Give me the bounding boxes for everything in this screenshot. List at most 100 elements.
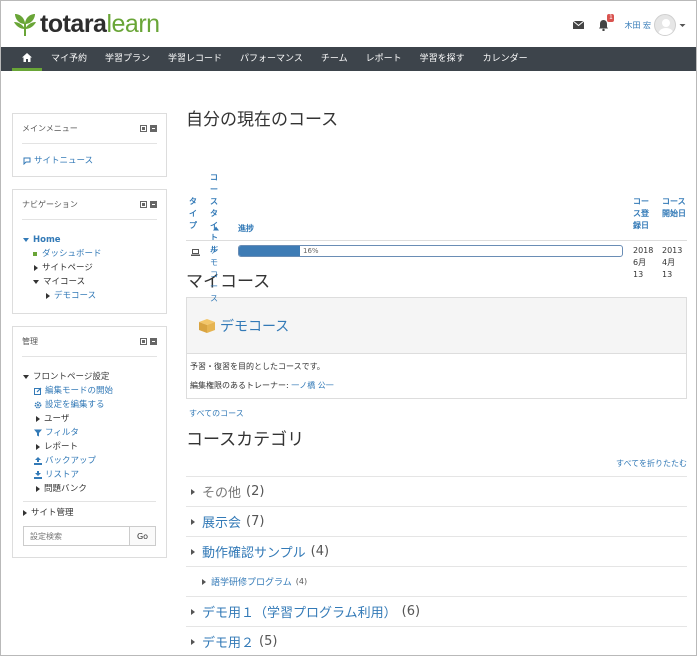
current-courses-heading: 自分の現在のコース bbox=[186, 110, 339, 130]
collapse-all-link[interactable]: すべてを折りたたむ bbox=[616, 459, 687, 468]
expanded-caret-icon bbox=[23, 238, 29, 242]
collapsed-caret-icon bbox=[191, 518, 195, 525]
progress-bar: 16% bbox=[238, 245, 623, 257]
course-card: デモコース 予習・復習を目的としたコースです。 編集権限のあるトレーナー: 一ノ… bbox=[186, 297, 687, 399]
subcategory-item[interactable]: 語学研修プログラム (4) bbox=[186, 566, 687, 596]
collapse-block-icon[interactable] bbox=[150, 201, 157, 208]
nav-calendar[interactable]: カレンダー bbox=[474, 47, 537, 71]
dock-block-icon[interactable] bbox=[140, 201, 147, 208]
expanded-caret-icon bbox=[33, 280, 39, 284]
my-courses-heading: マイコース bbox=[186, 272, 271, 292]
nav-find-learning[interactable]: 学習を探す bbox=[411, 47, 474, 71]
users-node[interactable]: ユーザ bbox=[23, 412, 156, 426]
collapsed-caret-icon bbox=[191, 608, 195, 615]
block-title: メインメニュー bbox=[22, 124, 78, 133]
chevron-down-icon[interactable] bbox=[679, 22, 686, 29]
progress-bar-fill bbox=[239, 246, 301, 256]
mail-icon[interactable] bbox=[573, 21, 585, 29]
column-header-progress[interactable]: 進捗 bbox=[238, 223, 254, 235]
avatar[interactable] bbox=[654, 14, 676, 36]
nav-tree-demo-course[interactable]: デモコース bbox=[23, 289, 156, 303]
dock-block-icon[interactable] bbox=[140, 125, 147, 132]
course-categories-heading: コースカテゴリ bbox=[186, 430, 305, 450]
collapsed-caret-icon bbox=[46, 293, 50, 299]
restore-link[interactable]: リストア bbox=[23, 468, 156, 482]
main-content: 自分の現在のコース タイプ コースタイトル 進捗 コース登録日 コース開始日 デ… bbox=[186, 109, 687, 655]
laptop-icon bbox=[191, 249, 200, 256]
nav-home[interactable] bbox=[12, 47, 42, 71]
reports-node[interactable]: レポート bbox=[23, 440, 156, 454]
site-header: totaralearn 1 木田 宏 bbox=[1, 1, 696, 46]
category-item[interactable]: 動作確認サンプル (4) bbox=[186, 536, 687, 566]
user-name[interactable]: 木田 宏 bbox=[624, 20, 651, 31]
sort-ascending-icon[interactable] bbox=[213, 226, 219, 231]
nav-record-of-learning[interactable]: 学習レコード bbox=[159, 47, 231, 71]
category-item[interactable]: 展示会 (7) bbox=[186, 506, 687, 536]
category-item[interactable]: その他 (2) bbox=[186, 476, 687, 506]
column-header-enrolled-date[interactable]: コース登録日 bbox=[633, 196, 653, 232]
enrolled-date: 2018 6月 13 bbox=[633, 246, 654, 279]
collapsed-caret-icon bbox=[191, 488, 195, 495]
nav-tree-dashboard[interactable]: ダッシュボード bbox=[23, 247, 156, 261]
front-page-settings-node[interactable]: フロントページ設定 bbox=[23, 370, 156, 384]
settings-search-button[interactable]: Go bbox=[130, 526, 156, 546]
divider bbox=[23, 501, 156, 502]
collapsed-caret-icon bbox=[191, 638, 195, 645]
collapsed-caret-icon bbox=[23, 510, 27, 516]
chat-icon bbox=[23, 157, 31, 165]
all-courses-link[interactable]: すべてのコース bbox=[189, 409, 244, 418]
nav-tree-site-pages[interactable]: サイトページ bbox=[23, 261, 156, 275]
user-silhouette-icon bbox=[658, 19, 674, 35]
course-card-title-link[interactable]: デモコース bbox=[220, 316, 289, 336]
column-header-course-title[interactable]: コースタイトル bbox=[210, 172, 220, 256]
category-list: その他 (2) 展示会 (7) 動作確認サンプル (4) 語学研修プログラム (… bbox=[186, 476, 687, 655]
collapsed-caret-icon bbox=[36, 444, 40, 450]
course-title-link[interactable]: デモコース bbox=[210, 245, 222, 305]
table-header-divider bbox=[186, 240, 687, 241]
current-courses-table: タイプ コースタイトル 進捗 コース登録日 コース開始日 デモコース 16% 2… bbox=[186, 139, 687, 303]
collapsed-caret-icon bbox=[36, 416, 40, 422]
site-administration-node[interactable]: サイト管理 bbox=[23, 506, 156, 520]
nav-my-bookings[interactable]: マイ予約 bbox=[42, 47, 96, 71]
course-summary: 予習・復習を目的としたコースです。 bbox=[190, 362, 325, 371]
nav-tree-my-courses[interactable]: マイコース bbox=[23, 275, 156, 289]
settings-search-input[interactable] bbox=[23, 526, 130, 546]
notification-badge: 1 bbox=[607, 14, 615, 22]
collapsed-caret-icon bbox=[202, 578, 206, 585]
course-box-icon bbox=[199, 318, 215, 333]
nav-reports[interactable]: レポート bbox=[357, 47, 411, 71]
upload-icon bbox=[34, 457, 42, 465]
category-item[interactable]: デモ用２ (5) bbox=[186, 626, 687, 655]
totara-logo[interactable]: totaralearn bbox=[11, 10, 160, 38]
category-item[interactable]: デモ用１（学習プログラム利用） (6) bbox=[186, 596, 687, 626]
backup-link[interactable]: バックアップ bbox=[23, 454, 156, 468]
dock-block-icon[interactable] bbox=[140, 338, 147, 345]
filter-icon bbox=[34, 429, 42, 437]
pencil-icon bbox=[34, 387, 42, 395]
nav-team[interactable]: チーム bbox=[312, 47, 357, 71]
nav-performance[interactable]: パフォーマンス bbox=[231, 47, 312, 71]
turn-editing-on-link[interactable]: 編集モードの開始 bbox=[23, 384, 156, 398]
notifications-button[interactable]: 1 bbox=[598, 14, 615, 32]
gear-icon bbox=[34, 401, 42, 409]
administration-block: 管理 フロントページ設定 編集モードの開始 設定を編集する ユーザ フィルタ レ… bbox=[12, 326, 167, 558]
column-header-start-date[interactable]: コース開始日 bbox=[662, 196, 686, 220]
column-header-type[interactable]: タイプ bbox=[189, 196, 199, 232]
teacher-link[interactable]: 一ノ橋 公一 bbox=[291, 381, 334, 390]
nav-learning-plans[interactable]: 学習プラン bbox=[96, 47, 159, 71]
logo-wordmark: totaralearn bbox=[40, 10, 160, 38]
bullet-icon bbox=[33, 252, 37, 256]
nav-tree-home[interactable]: Home bbox=[23, 233, 156, 247]
home-icon bbox=[22, 53, 32, 62]
collapsed-caret-icon bbox=[191, 548, 195, 555]
site-news-link[interactable]: サイトニュース bbox=[23, 154, 156, 168]
question-bank-node[interactable]: 問題バンク bbox=[23, 482, 156, 496]
collapse-block-icon[interactable] bbox=[150, 338, 157, 345]
course-teachers: 編集権限のあるトレーナー: 一ノ橋 公一 bbox=[190, 381, 334, 390]
collapse-block-icon[interactable] bbox=[150, 125, 157, 132]
start-date: 2013 4月 13 bbox=[662, 246, 683, 279]
progress-label: 16% bbox=[303, 247, 319, 255]
download-icon bbox=[34, 471, 42, 479]
edit-settings-link[interactable]: 設定を編集する bbox=[23, 398, 156, 412]
filters-link[interactable]: フィルタ bbox=[23, 426, 156, 440]
